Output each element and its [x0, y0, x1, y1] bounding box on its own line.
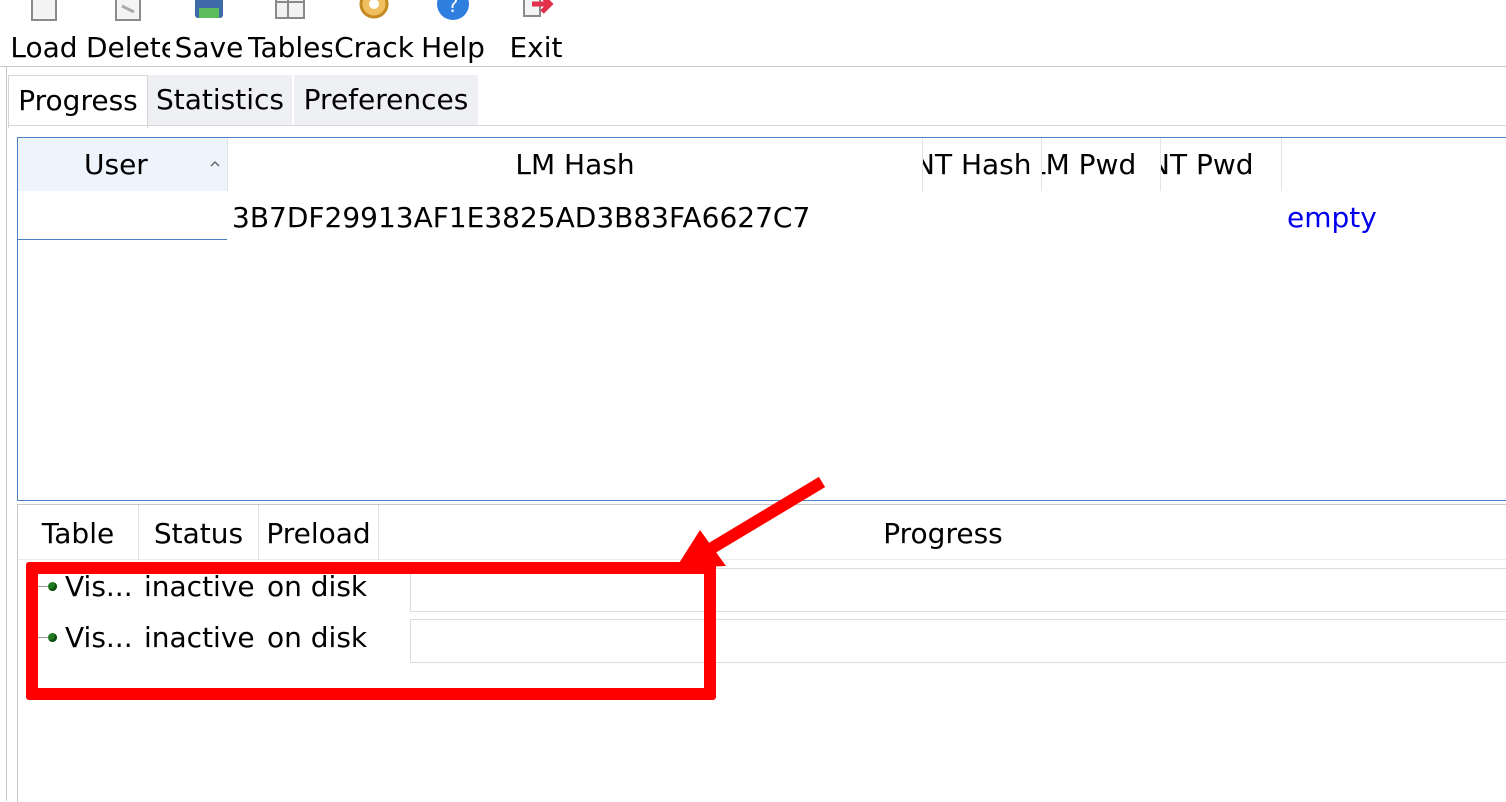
delete-button[interactable]: Delete — [86, 0, 170, 66]
exit-label: Exit — [509, 31, 563, 64]
column-header-preload-label: Preload — [266, 517, 371, 550]
column-header-lm-pwd[interactable]: LM Pwd — [1042, 138, 1161, 191]
tables-icon — [275, 0, 305, 19]
tab-divider — [8, 125, 1506, 126]
help-icon: ? — [437, 0, 469, 20]
column-header-nt-pwd-label: NT Pwd — [1161, 148, 1254, 181]
load-icon — [31, 0, 57, 21]
save-icon — [195, 0, 223, 18]
save-button[interactable]: Save — [172, 0, 246, 66]
tab-progress-label: Progress — [18, 84, 138, 117]
column-header-lm-hash[interactable]: LM Hash — [228, 138, 923, 191]
header-divider — [18, 559, 1506, 560]
crack-button[interactable]: Crack — [334, 0, 414, 66]
delete-icon — [115, 0, 141, 21]
column-header-table[interactable]: Table — [18, 505, 139, 559]
status-cell: empty — [1287, 201, 1377, 234]
exit-button[interactable]: Exit — [498, 0, 574, 66]
user-cell — [18, 193, 227, 240]
tab-statistics-label: Statistics — [156, 83, 284, 116]
tables-button[interactable]: Tables — [248, 0, 332, 66]
help-button[interactable]: ? Help — [416, 0, 490, 66]
tab-preferences-label: Preferences — [303, 83, 469, 116]
save-label: Save — [174, 31, 244, 64]
hash-list[interactable]: User LM Hash NT Hash LM Pwd NT Pwd 3B7DF… — [17, 137, 1506, 501]
tab-statistics[interactable]: Statistics — [148, 75, 292, 125]
annotation-highlight-box — [26, 562, 716, 700]
help-label: Help — [421, 31, 485, 64]
column-header-lm-hash-label: LM Hash — [515, 148, 635, 181]
exit-icon — [523, 0, 554, 17]
load-label: Load — [10, 31, 78, 64]
crack-icon — [359, 0, 389, 19]
column-header-lm-pwd-label: LM Pwd — [1042, 148, 1137, 181]
column-header-blank[interactable] — [1282, 138, 1506, 191]
tab-progress[interactable]: Progress — [8, 75, 148, 128]
column-header-table-label: Table — [41, 517, 115, 550]
load-button[interactable]: Load — [4, 0, 84, 66]
crack-label: Crack — [334, 31, 414, 64]
column-header-progress[interactable]: Progress — [379, 505, 1506, 559]
column-header-preload[interactable]: Preload — [259, 505, 379, 559]
window-frame — [6, 67, 7, 801]
tables-label: Tables — [248, 31, 332, 64]
column-header-user[interactable]: User — [18, 138, 228, 191]
column-header-nt-hash-label: NT Hash — [923, 148, 1032, 181]
column-header-progress-label: Progress — [883, 517, 1003, 550]
column-header-nt-pwd[interactable]: NT Pwd — [1161, 138, 1282, 191]
svg-text:?: ? — [448, 0, 459, 17]
tab-preferences[interactable]: Preferences — [294, 75, 478, 125]
column-header-status-label: Status — [153, 517, 244, 550]
toolbar: Load Delete Save Tables Crack ? Help Exi… — [0, 0, 1506, 67]
lm-hash-cell: 3B7DF29913AF1E3825AD3B83FA6627C7 — [232, 201, 811, 234]
column-header-nt-hash[interactable]: NT Hash — [923, 138, 1042, 191]
column-header-user-label: User — [84, 148, 148, 181]
sort-ascending-icon — [210, 160, 220, 167]
delete-label: Delete — [86, 31, 170, 64]
column-header-status[interactable]: Status — [139, 505, 259, 559]
